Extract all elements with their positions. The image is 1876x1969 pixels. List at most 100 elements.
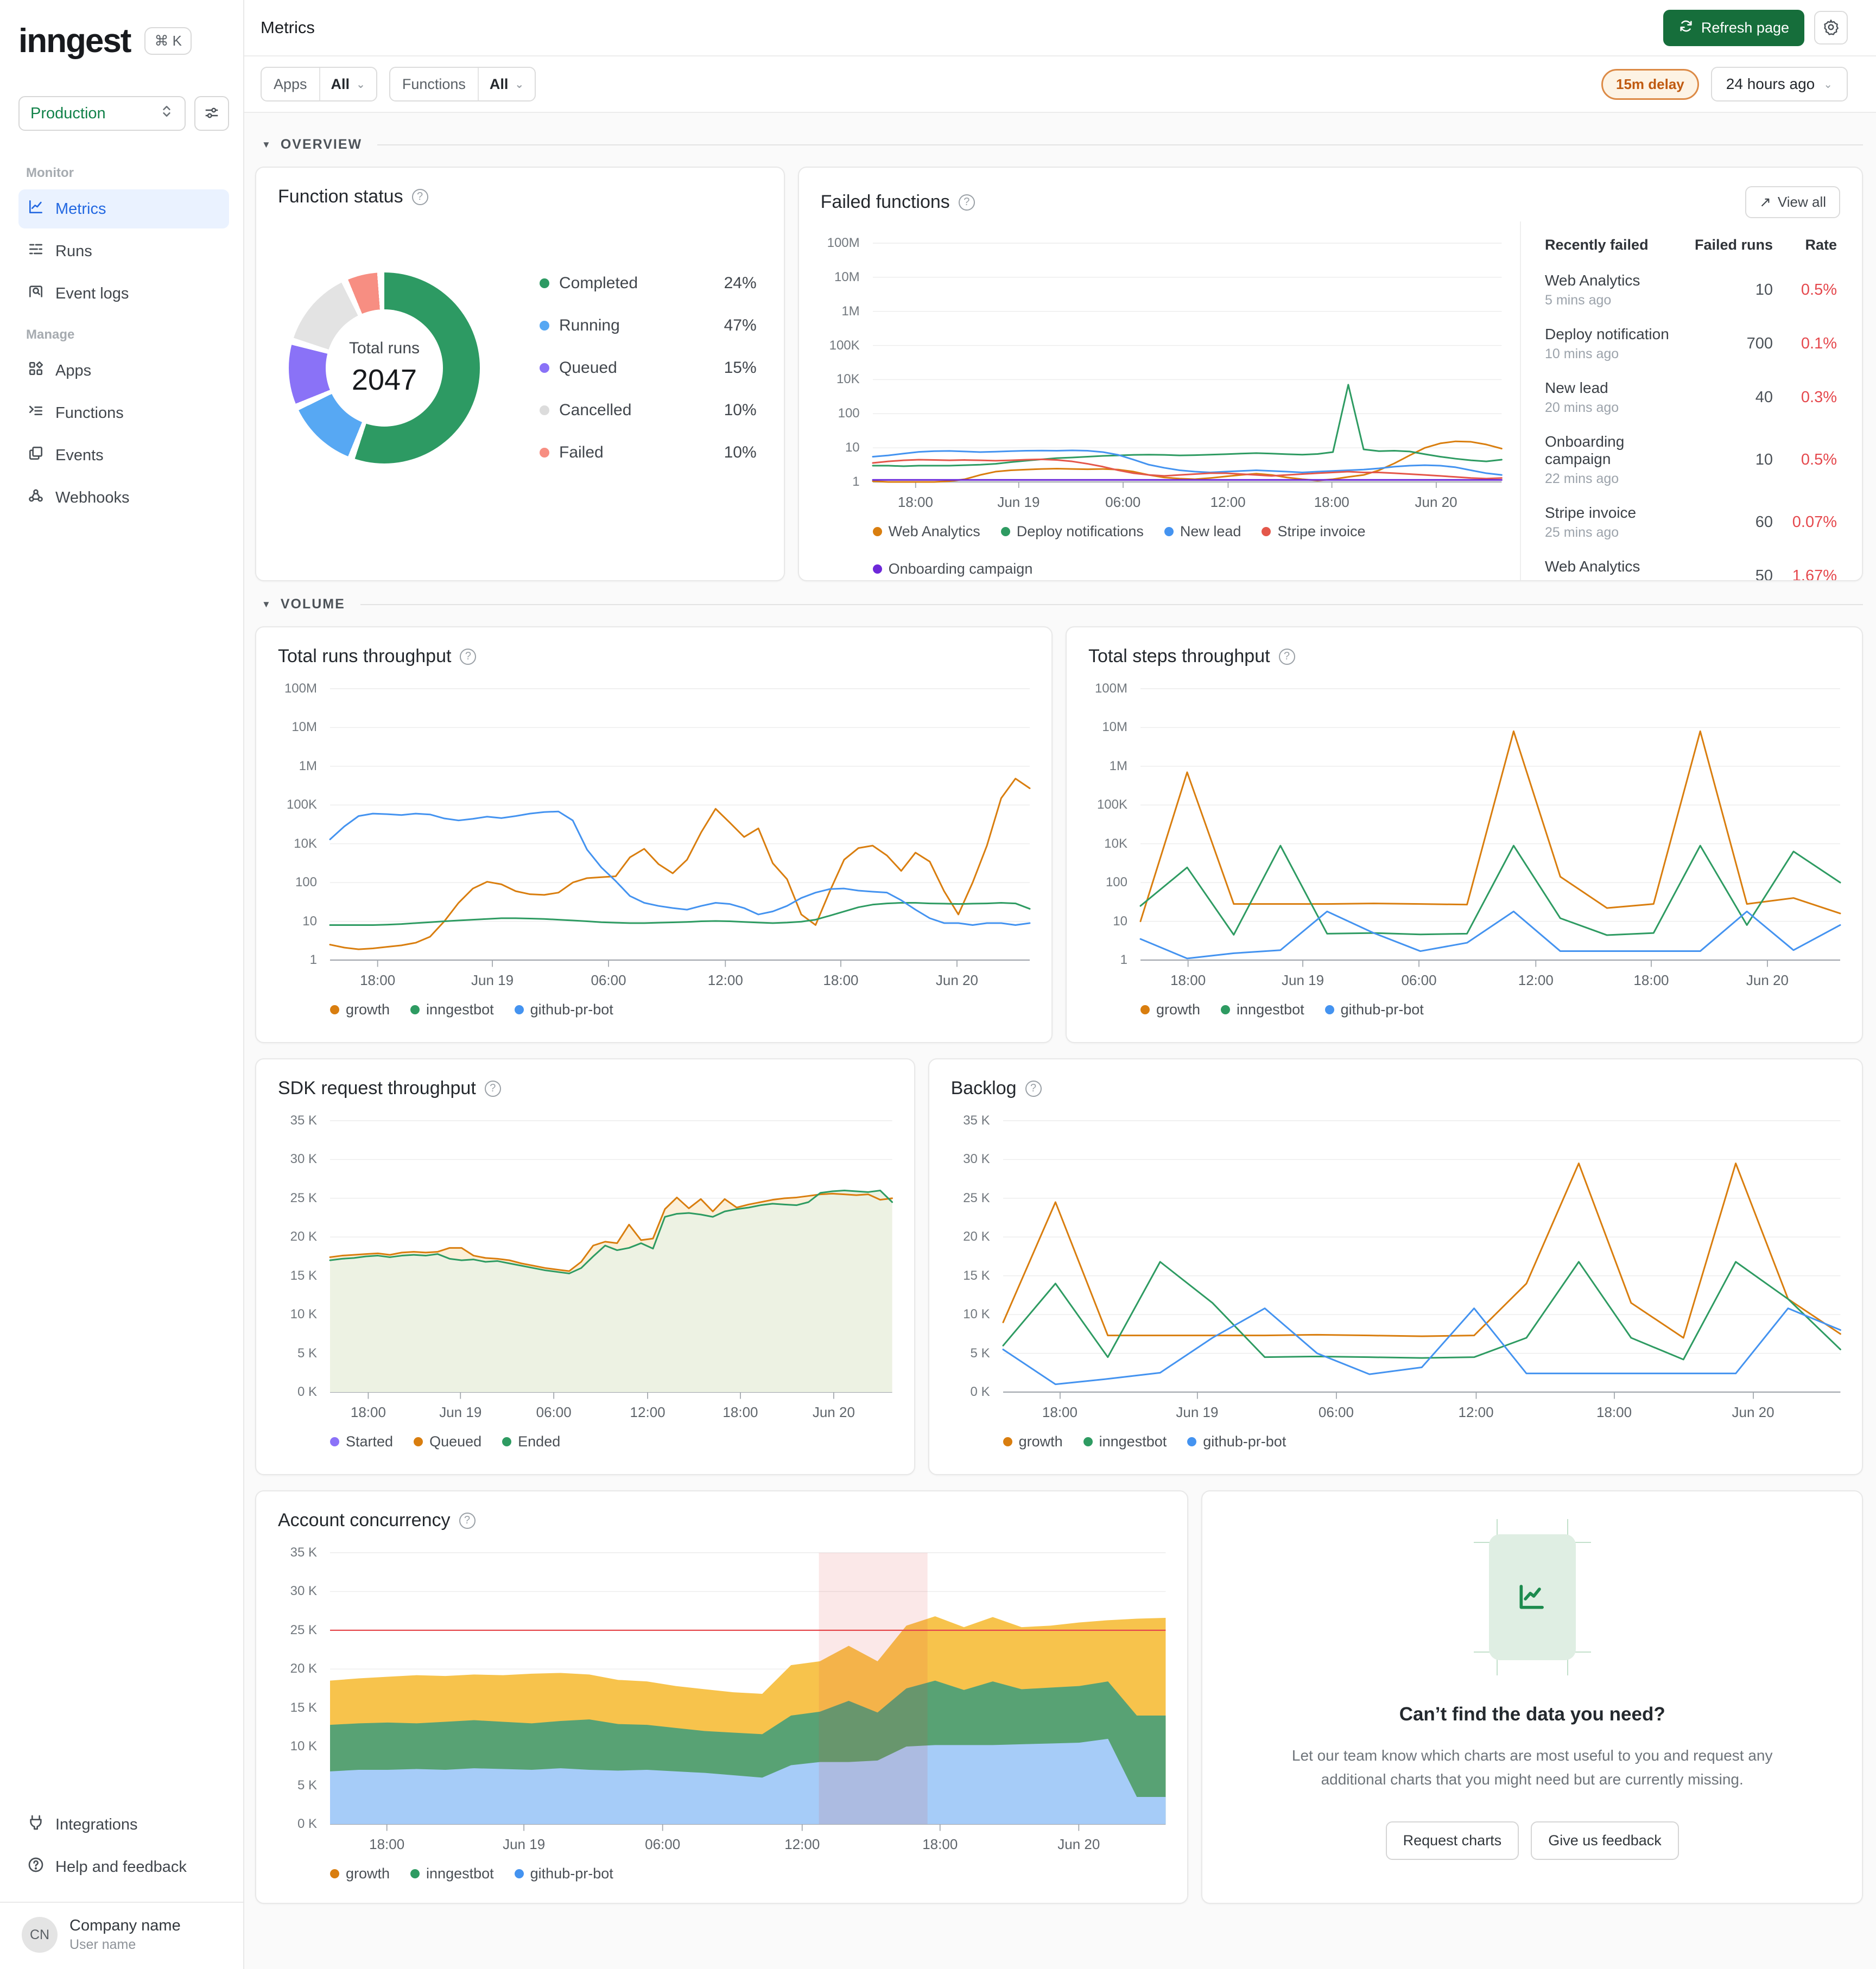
sidebar-item-help[interactable]: Help and feedback	[18, 1847, 229, 1887]
sidebar-footer: Integrations Help and feedback CN Compan…	[0, 1805, 243, 1969]
legend-item[interactable]: Started	[330, 1433, 393, 1450]
legend-item[interactable]: github-pr-bot	[1324, 1001, 1424, 1018]
legend-item[interactable]: New lead	[1164, 523, 1241, 540]
help-icon[interactable]: ?	[460, 648, 477, 665]
legend-dot	[1164, 527, 1174, 536]
status-legend-row[interactable]: Running 47%	[540, 316, 757, 335]
y-axis-labels: 35 K 30 K 25 K 20 K 15 K 10 K 5 K 0 K	[951, 1113, 996, 1399]
failed-function-name: Onboarding campaign	[1545, 433, 1625, 467]
legend-item[interactable]: growth	[1003, 1433, 1063, 1450]
recently-failed-row[interactable]: Onboarding campaign 22 mins ago 10 0.5%	[1545, 433, 1837, 487]
environment-filter-button[interactable]	[194, 96, 229, 131]
legend-item[interactable]: growth	[330, 1001, 390, 1018]
help-icon[interactable]: ?	[1025, 1080, 1042, 1097]
sidebar-item-events[interactable]: Events	[18, 436, 229, 475]
apps-grid-icon	[27, 360, 45, 382]
divider	[360, 604, 1863, 605]
backlog-chart: 35 K 30 K 25 K 20 K 15 K 10 K 5 K 0 K 18:00 Jun 1…	[951, 1113, 1840, 1450]
legend-item[interactable]: github-pr-bot	[514, 1865, 613, 1882]
legend-label: Running	[559, 316, 620, 334]
failed-function-time: 10 mins ago	[1545, 346, 1619, 361]
total-steps-title: Total steps throughput	[1088, 646, 1270, 666]
recently-failed-row[interactable]: Web Analytics 5 mins ago 10 0.5%	[1545, 272, 1837, 308]
help-icon[interactable]: ?	[411, 188, 428, 205]
feedback-title: Can’t find the data you need?	[1399, 1704, 1665, 1725]
failed-functions-card: Failed functions? ↗ View all 100M 10M 1M 10…	[797, 167, 1863, 581]
y-tick-label: 10	[302, 913, 317, 929]
legend-dot	[502, 1437, 512, 1446]
overview-section-header[interactable]: ▼ OVERVIEW	[262, 137, 1863, 153]
x-tick-label: 06:00	[591, 972, 626, 988]
sidebar-item-functions[interactable]: Functions	[18, 393, 229, 433]
legend-item[interactable]: Stripe invoice	[1262, 523, 1366, 540]
x-tick-label: 06:00	[1401, 972, 1437, 988]
environment-select[interactable]: Production	[18, 96, 186, 131]
legend-item[interactable]: Ended	[502, 1433, 560, 1450]
legend-item[interactable]: Queued	[414, 1433, 481, 1450]
legend-label: inngestbot	[1099, 1433, 1167, 1450]
sidebar-item-runs[interactable]: Runs	[18, 232, 229, 271]
sidebar-item-webhooks[interactable]: Webhooks	[18, 478, 229, 517]
y-axis-labels: 100M 10M 1M 100K 10K 100 10 1	[821, 236, 865, 489]
legend-item[interactable]: inngestbot	[410, 1865, 494, 1882]
sidebar-item-apps[interactable]: Apps	[18, 351, 229, 390]
request-charts-button[interactable]: Request charts	[1385, 1821, 1519, 1860]
functions-filter-value: All	[489, 75, 509, 92]
recently-failed-row[interactable]: Web Analytics 35 mins ago 50 1.67%	[1545, 558, 1837, 580]
legend-dot	[1083, 1437, 1093, 1446]
chevron-down-icon: ⌄	[1823, 78, 1833, 91]
recently-failed-row[interactable]: Stripe invoice 25 mins ago 60 0.07%	[1545, 504, 1837, 541]
settings-button[interactable]	[1814, 11, 1848, 45]
legend-item[interactable]: Web Analytics	[872, 523, 980, 540]
volume-section-header[interactable]: ▼ VOLUME	[262, 596, 1863, 612]
give-feedback-button[interactable]: Give us feedback	[1531, 1821, 1679, 1860]
functions-filter[interactable]: Functions All ⌄	[389, 67, 536, 101]
apps-filter[interactable]: Apps All ⌄	[261, 67, 377, 101]
command-k-shortcut[interactable]: ⌘ K	[144, 27, 192, 55]
sidebar-item-integrations[interactable]: Integrations	[18, 1805, 229, 1844]
y-tick-label: 5 K	[297, 1777, 317, 1793]
legend-item[interactable]: growth	[1140, 1001, 1200, 1018]
status-legend-row[interactable]: Completed 24%	[540, 274, 757, 293]
legend-item[interactable]: growth	[330, 1865, 390, 1882]
x-tick-label: Jun 19	[439, 1404, 482, 1420]
legend-label: github-pr-bot	[530, 1865, 613, 1882]
recently-failed-row[interactable]: Deploy notification 10 mins ago 700 0.1%	[1545, 326, 1837, 362]
legend-item[interactable]: github-pr-bot	[514, 1001, 613, 1018]
sdk-request-chart: 35 K 30 K 25 K 20 K 15 K 10 K 5 K 0 K 18:00 Jun 1…	[278, 1113, 892, 1450]
time-range-select[interactable]: 24 hours ago ⌄	[1710, 67, 1848, 101]
sidebar-item-event-logs[interactable]: Event logs	[18, 274, 229, 313]
legend-dot	[1140, 1005, 1150, 1014]
status-legend-row[interactable]: Failed 10%	[540, 443, 757, 462]
legend-item[interactable]: Onboarding campaign	[872, 561, 1032, 577]
help-icon[interactable]: ?	[958, 194, 975, 211]
x-axis-labels: 18:00 Jun 19 06:00 12:00 18:00 Jun 20	[330, 960, 1030, 993]
refresh-page-button[interactable]: Refresh page	[1663, 9, 1804, 46]
view-all-button[interactable]: ↗ View all	[1745, 186, 1840, 218]
account-menu[interactable]: CN Company name User name	[18, 1903, 229, 1969]
app-root: inngest ⌘ K Production Monitor Metrics R…	[0, 0, 1876, 1969]
y-axis-labels: 100M 10M 1M 100K 10K 100 10 1	[278, 681, 322, 967]
status-legend-row[interactable]: Cancelled 10%	[540, 401, 757, 420]
recently-failed-row[interactable]: New lead 20 mins ago 40 0.3%	[1545, 379, 1837, 416]
x-tick-label: Jun 20	[1732, 1404, 1774, 1420]
chart-legend: growth inngestbot github-pr-bot	[1140, 1001, 1840, 1018]
sdk-request-title: SDK request throughput	[278, 1078, 476, 1098]
failed-runs-count: 10	[1755, 451, 1773, 468]
failed-rate: 0.5%	[1801, 281, 1837, 298]
help-icon[interactable]: ?	[459, 1512, 476, 1529]
legend-item[interactable]: inngestbot	[410, 1001, 494, 1018]
help-icon[interactable]: ?	[1278, 648, 1295, 665]
x-tick-label: 18:00	[360, 972, 396, 988]
legend-item[interactable]: Deploy notifications	[1000, 523, 1144, 540]
help-icon[interactable]: ?	[484, 1080, 501, 1097]
total-steps-card: Total steps throughput? 100M 10M 1M 100K 10K…	[1066, 626, 1863, 1043]
legend-item[interactable]: inngestbot	[1083, 1433, 1167, 1450]
sidebar-item-metrics[interactable]: Metrics	[18, 189, 229, 228]
feedback-body: Let our team know which charts are most …	[1291, 1747, 1773, 1788]
x-tick-label: 18:00	[1042, 1404, 1078, 1420]
status-legend-row[interactable]: Queued 15%	[540, 359, 757, 377]
y-tick-label: 15 K	[290, 1700, 317, 1715]
legend-item[interactable]: inngestbot	[1221, 1001, 1304, 1018]
legend-item[interactable]: github-pr-bot	[1187, 1433, 1286, 1450]
